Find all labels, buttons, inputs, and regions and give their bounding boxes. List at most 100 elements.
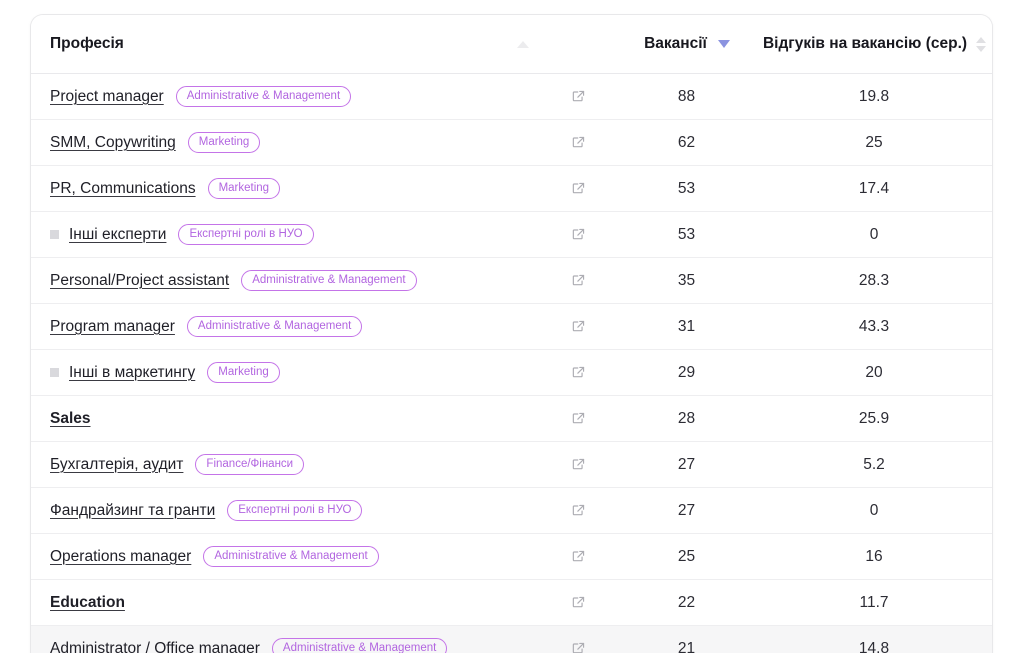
table-row[interactable]: Operations manager Administrative & Manag… xyxy=(31,533,992,580)
cell-profession: Інші експерти Експертні ролі в НУО xyxy=(31,211,543,258)
cell-vacancies: 35 xyxy=(613,257,763,304)
cell-external-link[interactable] xyxy=(543,73,613,120)
cell-vacancies: 62 xyxy=(613,119,763,166)
table-row[interactable]: Фандрайзинг та гранти Експертні ролі в НУ… xyxy=(31,487,992,534)
profession-link[interactable]: Фандрайзинг та гранти xyxy=(50,502,215,520)
cell-external-link[interactable] xyxy=(543,625,613,653)
external-link-icon[interactable] xyxy=(571,319,586,334)
category-pill[interactable]: Marketing xyxy=(207,362,280,383)
cell-vacancies: 28 xyxy=(613,395,763,442)
external-link-icon[interactable] xyxy=(571,135,586,150)
cell-external-link[interactable] xyxy=(543,533,613,580)
external-link-icon[interactable] xyxy=(571,89,586,104)
category-pill[interactable]: Administrative & Management xyxy=(203,546,379,567)
table-row[interactable]: Program manager Administrative & Manageme… xyxy=(31,303,992,350)
cell-profession: Education xyxy=(31,579,543,626)
profession-link[interactable]: Operations manager xyxy=(50,548,191,566)
column-header-profession[interactable]: Професія xyxy=(31,15,543,74)
cell-responses: 14.8 xyxy=(763,625,992,653)
professions-table-card: Професія Вакансії Відгуків на вакансію (… xyxy=(30,14,993,653)
cell-vacancies: 31 xyxy=(613,303,763,350)
table-row[interactable]: Administrator / Office manager Administra… xyxy=(31,625,992,653)
cell-profession: Інші в маркетингу Marketing xyxy=(31,349,543,396)
cell-vacancies: 27 xyxy=(613,441,763,488)
profession-link[interactable]: Project manager xyxy=(50,88,164,106)
table-row[interactable]: SMM, Copywriting Marketing 62 25 xyxy=(31,119,992,166)
profession-link[interactable]: Бухгалтерія, аудит xyxy=(50,456,183,474)
cell-responses: 25.9 xyxy=(763,395,992,442)
external-link-icon[interactable] xyxy=(571,595,586,610)
column-header-link xyxy=(543,15,613,74)
column-header-responses[interactable]: Відгуків на вакансію (сер.) xyxy=(762,15,992,74)
category-pill[interactable]: Administrative & Management xyxy=(175,86,352,107)
table-row[interactable]: Бухгалтерія, аудит Finance/Фінанси 27 5.2 xyxy=(31,441,992,488)
external-link-icon[interactable] xyxy=(571,503,586,518)
square-bullet-icon xyxy=(50,230,59,239)
table-row[interactable]: Інші експерти Експертні ролі в НУО 53 0 xyxy=(31,211,992,258)
table-row[interactable]: Sales 28 25.9 xyxy=(31,395,992,442)
category-pill[interactable]: Administrative & Management xyxy=(271,638,448,653)
table-row[interactable]: Інші в маркетингу Marketing 29 20 xyxy=(31,349,992,396)
column-header-vacancies-label: Вакансії xyxy=(644,35,707,52)
cell-external-link[interactable] xyxy=(543,349,613,396)
sort-unsorted-icon[interactable] xyxy=(976,36,987,52)
column-header-profession-label: Професія xyxy=(50,35,124,52)
cell-external-link[interactable] xyxy=(543,487,613,534)
category-pill[interactable]: Administrative & Management xyxy=(241,270,417,291)
external-link-icon[interactable] xyxy=(571,365,586,380)
profession-link[interactable]: Sales xyxy=(50,410,91,428)
category-pill[interactable]: Експертні ролі в НУО xyxy=(178,224,314,245)
cell-external-link[interactable] xyxy=(543,211,613,258)
sort-descending-active-icon[interactable] xyxy=(717,40,730,48)
cell-responses: 5.2 xyxy=(763,441,992,488)
category-pill[interactable]: Marketing xyxy=(207,178,281,199)
cell-vacancies: 88 xyxy=(613,73,763,120)
cell-vacancies: 21 xyxy=(613,625,763,653)
profession-link[interactable]: PR, Communications xyxy=(50,180,196,198)
column-header-responses-label: Відгуків на вакансію (сер.) xyxy=(762,35,968,52)
category-pill[interactable]: Експертні ролі в НУО xyxy=(227,500,363,521)
cell-responses: 16 xyxy=(763,533,992,580)
profession-link[interactable]: Administrator / Office manager xyxy=(50,640,260,653)
profession-link[interactable]: Program manager xyxy=(50,318,175,336)
cell-profession: Program manager Administrative & Manageme… xyxy=(31,303,543,350)
cell-external-link[interactable] xyxy=(543,441,613,488)
cell-profession: SMM, Copywriting Marketing xyxy=(31,119,543,166)
category-pill[interactable]: Marketing xyxy=(187,132,261,153)
table-row[interactable]: PR, Communications Marketing 53 17.4 xyxy=(31,165,992,212)
profession-link[interactable]: Personal/Project assistant xyxy=(50,272,229,290)
table-row[interactable]: Education 22 11.7 xyxy=(31,579,992,626)
profession-link[interactable]: Education xyxy=(50,594,125,612)
profession-link[interactable]: SMM, Copywriting xyxy=(50,134,176,152)
category-pill[interactable]: Finance/Фінанси xyxy=(195,454,305,475)
column-header-vacancies[interactable]: Вакансії xyxy=(613,15,763,74)
cell-vacancies: 22 xyxy=(613,579,763,626)
cell-external-link[interactable] xyxy=(543,165,613,212)
cell-external-link[interactable] xyxy=(543,579,613,626)
cell-external-link[interactable] xyxy=(543,303,613,350)
cell-external-link[interactable] xyxy=(543,257,613,304)
external-link-icon[interactable] xyxy=(571,273,586,288)
cell-external-link[interactable] xyxy=(543,119,613,166)
external-link-icon[interactable] xyxy=(571,457,586,472)
table-body: Project manager Administrative & Manageme… xyxy=(31,73,992,653)
profession-link[interactable]: Інші в маркетингу xyxy=(69,364,195,382)
cell-responses: 43.3 xyxy=(763,303,992,350)
external-link-icon[interactable] xyxy=(571,181,586,196)
external-link-icon[interactable] xyxy=(571,227,586,242)
table-row[interactable]: Project manager Administrative & Manageme… xyxy=(31,73,992,120)
table-row[interactable]: Personal/Project assistant Administrative… xyxy=(31,257,992,304)
profession-link[interactable]: Інші експерти xyxy=(69,226,166,244)
external-link-icon[interactable] xyxy=(571,411,586,426)
cell-profession: Personal/Project assistant Administrative… xyxy=(31,257,543,304)
cell-profession: Бухгалтерія, аудит Finance/Фінанси xyxy=(31,441,543,488)
category-pill[interactable]: Administrative & Management xyxy=(186,316,363,337)
external-link-icon[interactable] xyxy=(571,549,586,564)
professions-table: Професія Вакансії Відгуків на вакансію (… xyxy=(31,15,992,653)
external-link-icon[interactable] xyxy=(571,641,586,653)
cell-vacancies: 29 xyxy=(613,349,763,396)
cell-vacancies: 53 xyxy=(613,165,763,212)
cell-external-link[interactable] xyxy=(543,395,613,442)
cell-profession: Project manager Administrative & Manageme… xyxy=(31,73,543,120)
sort-ascending-muted-icon[interactable] xyxy=(517,40,529,48)
